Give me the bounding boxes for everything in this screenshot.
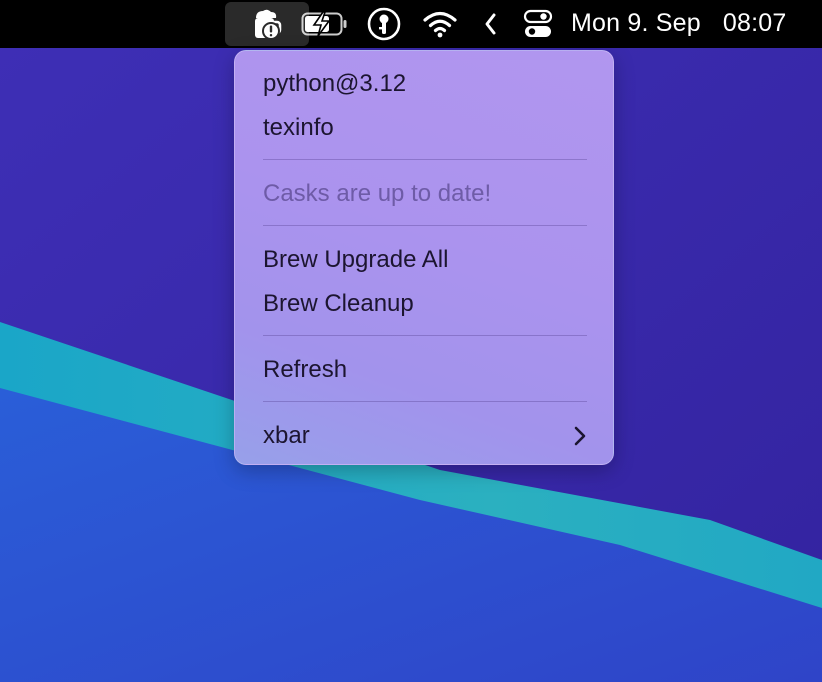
menu-bar-clock[interactable]: Mon 9. Sep 08:07 <box>571 0 786 46</box>
clock-time: 08:07 <box>722 8 787 37</box>
wifi-icon[interactable] <box>420 0 460 48</box>
menu-item-casks-status: Casks are up to date! <box>263 180 492 207</box>
menu-separator <box>263 335 587 336</box>
menu-separator <box>263 159 587 160</box>
homebrew-alert-icon[interactable] <box>243 0 287 48</box>
xbar-brew-dropdown-menu: python@3.12 texinfo Casks are up to date… <box>234 50 614 465</box>
menu-item-refresh[interactable]: Refresh <box>263 350 587 390</box>
menu-item-outdated-python[interactable]: python@3.12 <box>263 64 587 104</box>
menu-item-brew-cleanup[interactable]: Brew Cleanup <box>263 284 587 324</box>
battery-charging-icon[interactable] <box>300 0 350 48</box>
collapse-chevron-icon[interactable] <box>478 0 502 48</box>
menu-item-xbar-submenu[interactable]: xbar <box>263 416 587 456</box>
clock-date: Mon 9. Sep <box>571 8 701 37</box>
menu-item-brew-upgrade-all[interactable]: Brew Upgrade All <box>263 240 587 280</box>
menu-item-xbar-label: xbar <box>263 422 310 449</box>
control-center-icon[interactable] <box>520 0 556 48</box>
menu-bar: Mon 9. Sep 08:07 <box>0 0 822 48</box>
menu-separator <box>263 225 587 226</box>
password-manager-icon[interactable] <box>364 0 404 48</box>
menu-item-outdated-texinfo[interactable]: texinfo <box>263 108 587 148</box>
chevron-right-icon <box>574 426 586 446</box>
menu-separator <box>263 401 587 402</box>
